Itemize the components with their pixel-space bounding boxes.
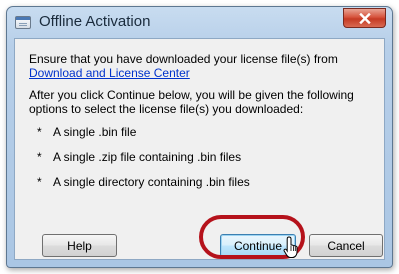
download-license-center-link[interactable]: Download and License Center	[29, 66, 190, 80]
dialog-title: Offline Activation	[39, 13, 151, 30]
help-button[interactable]: Help	[42, 234, 117, 257]
cancel-button[interactable]: Cancel	[309, 234, 383, 257]
continue-explanation: After you click Continue below, you will…	[29, 88, 354, 116]
mouse-pointer-icon	[283, 236, 298, 258]
list-item: * A single directory containing .bin file…	[37, 175, 250, 189]
close-button[interactable]	[343, 8, 386, 28]
window-icon	[15, 16, 31, 29]
instruction-text: Ensure that you have downloaded your lic…	[29, 52, 338, 80]
title-bar[interactable]: Offline Activation	[7, 7, 392, 38]
dialog-content: Ensure that you have downloaded your lic…	[14, 38, 385, 260]
close-icon	[358, 12, 371, 24]
list-item: * A single .zip file containing .bin file…	[37, 150, 242, 164]
list-item: * A single .bin file	[37, 125, 137, 139]
